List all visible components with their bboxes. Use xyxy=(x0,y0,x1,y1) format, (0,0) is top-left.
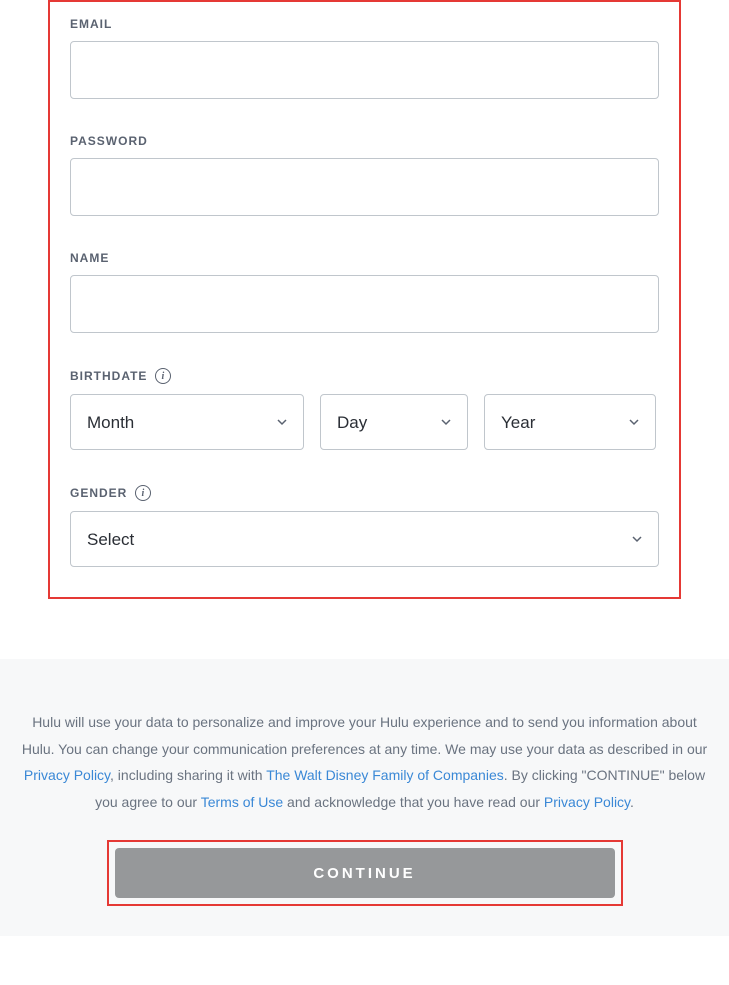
name-field-group: NAME xyxy=(70,251,659,333)
password-field-group: PASSWORD xyxy=(70,134,659,216)
legal-text: Hulu will use your data to personalize a… xyxy=(20,709,709,815)
terms-of-use-link[interactable]: Terms of Use xyxy=(201,794,283,810)
password-label: PASSWORD xyxy=(70,134,659,148)
year-select[interactable]: Year xyxy=(484,394,656,450)
birthdate-field-group: BIRTHDATE i Month Day Year xyxy=(70,368,659,450)
day-select-wrapper: Day xyxy=(320,394,468,450)
birthdate-label-text: BIRTHDATE xyxy=(70,369,147,383)
legal-text-5: . xyxy=(630,794,634,810)
birthdate-label: BIRTHDATE i xyxy=(70,368,659,384)
password-input[interactable] xyxy=(70,158,659,216)
gender-select[interactable]: Select xyxy=(70,511,659,567)
info-icon[interactable]: i xyxy=(135,485,151,501)
disney-companies-link[interactable]: The Walt Disney Family of Companies xyxy=(266,767,504,783)
email-field-group: EMAIL xyxy=(70,17,659,99)
gender-label-text: GENDER xyxy=(70,486,127,500)
legal-text-2: , including sharing it with xyxy=(110,767,266,783)
month-select-wrapper: Month xyxy=(70,394,304,450)
signup-form: EMAIL PASSWORD NAME BIRTHDATE i Month Da… xyxy=(48,0,681,599)
continue-wrapper: CONTINUE xyxy=(107,840,623,906)
gender-field-group: GENDER i Select xyxy=(70,485,659,567)
month-select[interactable]: Month xyxy=(70,394,304,450)
legal-text-1: Hulu will use your data to personalize a… xyxy=(22,714,707,757)
gender-select-wrapper: Select xyxy=(70,511,659,567)
email-label: EMAIL xyxy=(70,17,659,31)
day-select[interactable]: Day xyxy=(320,394,468,450)
name-input[interactable] xyxy=(70,275,659,333)
birthdate-row: Month Day Year xyxy=(70,394,659,450)
privacy-policy-link-2[interactable]: Privacy Policy xyxy=(544,794,630,810)
year-select-wrapper: Year xyxy=(484,394,656,450)
legal-text-4: and acknowledge that you have read our xyxy=(283,794,544,810)
continue-button[interactable]: CONTINUE xyxy=(115,848,615,898)
gender-label: GENDER i xyxy=(70,485,659,501)
info-icon[interactable]: i xyxy=(155,368,171,384)
email-input[interactable] xyxy=(70,41,659,99)
footer-section: Hulu will use your data to personalize a… xyxy=(0,659,729,936)
name-label: NAME xyxy=(70,251,659,265)
privacy-policy-link[interactable]: Privacy Policy xyxy=(24,767,110,783)
